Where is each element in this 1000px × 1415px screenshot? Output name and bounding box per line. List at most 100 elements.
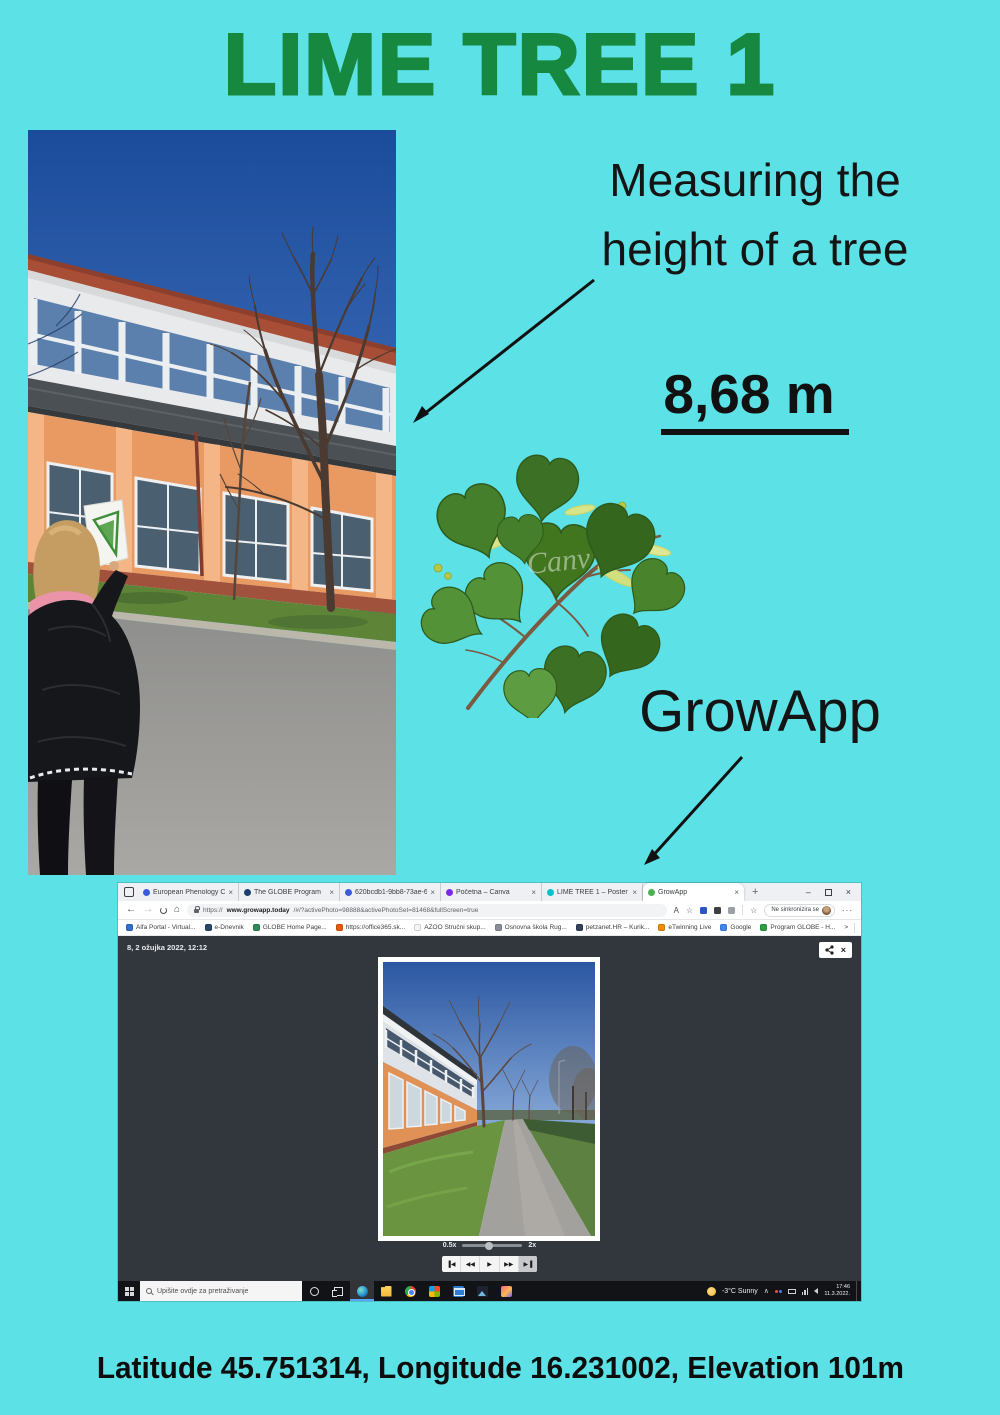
playback-speed-row: 0.5x 2x: [118, 1242, 861, 1249]
extension-icon-2[interactable]: [714, 907, 721, 914]
bookmark-azoo[interactable]: AZOO Stručni skup...: [414, 924, 485, 931]
rewind-button[interactable]: ◀◀: [461, 1256, 480, 1272]
tab-close-icon[interactable]: ×: [734, 888, 739, 897]
tab-canva-home[interactable]: Početna – Canva ×: [441, 883, 542, 901]
extension-icon-3[interactable]: [728, 907, 735, 914]
viewer-close-icon[interactable]: ×: [841, 945, 846, 955]
weather-text[interactable]: -3°C Sunny: [722, 1288, 758, 1295]
bookmark-alfa-portal[interactable]: Alfa Portal - Virtual...: [126, 924, 196, 931]
network-icon[interactable]: [802, 1288, 809, 1295]
bookmark-globe-home[interactable]: GLOBE Home Page...: [253, 924, 327, 931]
tab-close-icon[interactable]: ×: [430, 888, 435, 897]
bookmark-program-globe[interactable]: Program GLOBE - H...: [760, 924, 835, 931]
tab-close-icon[interactable]: ×: [228, 888, 233, 897]
minimize-icon[interactable]: –: [806, 887, 811, 897]
avatar: [822, 906, 831, 915]
bookmark-osnovna-skola[interactable]: Osnovna škola Rug...: [495, 924, 567, 931]
slider-knob[interactable]: [485, 1242, 493, 1250]
window-controls: – ×: [806, 887, 859, 897]
bookmarks-divider: [854, 923, 855, 933]
speed-min-label: 0.5x: [443, 1242, 457, 1249]
start-button[interactable]: [118, 1281, 140, 1301]
refresh-icon[interactable]: [160, 907, 167, 914]
viewer-actions: ×: [819, 942, 852, 958]
tab-strip: European Phenology Camp × The GLOBE Prog…: [118, 883, 861, 901]
battery-icon[interactable]: [788, 1289, 796, 1294]
bookmark-label: Program GLOBE - H...: [770, 924, 835, 931]
bookmark-favicon: [126, 924, 133, 931]
tab-close-icon[interactable]: ×: [632, 888, 637, 897]
taskbar-explorer[interactable]: [374, 1281, 398, 1301]
bookmark-google[interactable]: Google: [720, 924, 751, 931]
bookmark-favicon: [253, 924, 260, 931]
tab-lime-tree-poster[interactable]: LIME TREE 1 – Poster ×: [542, 883, 643, 901]
taskbar-edge[interactable]: [350, 1281, 374, 1301]
mail-icon: [453, 1286, 464, 1297]
lock-icon: [194, 909, 199, 913]
tab-actions-icon[interactable]: [124, 887, 134, 897]
tab-close-icon[interactable]: ×: [531, 888, 536, 897]
collections-icon[interactable]: ☆: [750, 906, 757, 915]
browser-menu-icon[interactable]: ···: [842, 906, 853, 915]
tab-globe-program[interactable]: The GLOBE Program ×: [239, 883, 340, 901]
home-icon[interactable]: ⌂: [174, 905, 180, 915]
tray-expand-icon[interactable]: ∧: [764, 1287, 769, 1295]
bookmark-petzanet[interactable]: petzanet.HR – Kurik...: [576, 924, 650, 931]
bookmark-e-dnevnik[interactable]: e-Dnevnik: [205, 924, 244, 931]
taskbar-chrome[interactable]: [398, 1281, 422, 1301]
bookmark-label: eTwinning Live: [668, 924, 711, 931]
windows-taskbar: Upišite ovdje za pretraživanje -3°C Sunn…: [118, 1281, 861, 1301]
photos-icon: [477, 1286, 488, 1297]
browser-window: European Phenology Camp × The GLOBE Prog…: [118, 883, 861, 1301]
task-view-button[interactable]: [326, 1281, 350, 1301]
growapp-page-content: 8, 2 ožujka 2022, 12:12 ×: [118, 936, 861, 1281]
bookmark-etwinning[interactable]: eTwinning Live: [658, 924, 711, 931]
read-aloud-icon[interactable]: A: [674, 906, 679, 915]
cortana-button[interactable]: [302, 1281, 326, 1301]
taskbar-store[interactable]: [422, 1281, 446, 1301]
taskbar-clock[interactable]: 17:46 11.3.2022.: [824, 1284, 850, 1298]
taskbar-mail[interactable]: [446, 1281, 470, 1301]
taskbar-search[interactable]: Upišite ovdje za pretraživanje: [140, 1281, 302, 1301]
taskbar-media-app[interactable]: [494, 1281, 518, 1301]
taskbar-photos[interactable]: [470, 1281, 494, 1301]
bookmark-favicon: [576, 924, 583, 931]
tab-label: LIME TREE 1 – Poster: [557, 889, 629, 896]
tab-european-phenology[interactable]: European Phenology Camp ×: [138, 883, 239, 901]
chrome-icon: [405, 1286, 416, 1297]
bookmark-favicon: [205, 924, 212, 931]
new-tab-button[interactable]: +: [752, 886, 758, 898]
address-bar[interactable]: https://www.growapp.today/#/?activePhoto…: [187, 904, 667, 917]
tab-growapp[interactable]: GrowApp ×: [643, 883, 744, 901]
bookmarks-bar: Alfa Portal - Virtual... e-Dnevnik GLOBE…: [118, 920, 861, 936]
tab-document[interactable]: 620bcdb1-9bb8-73ae-643... ×: [340, 883, 441, 901]
search-placeholder: Upišite ovdje za pretraživanje: [157, 1288, 248, 1295]
bookmark-office365[interactable]: https://office365.sk...: [336, 924, 406, 931]
share-icon[interactable]: [825, 945, 834, 955]
play-button[interactable]: ▶: [480, 1256, 499, 1272]
speed-slider[interactable]: [462, 1244, 522, 1247]
tab-label: GrowApp: [658, 889, 731, 896]
close-icon[interactable]: ×: [846, 887, 851, 897]
show-desktop-button[interactable]: [856, 1281, 859, 1301]
back-icon[interactable]: ←: [126, 905, 136, 915]
skip-start-button[interactable]: ▐◀: [442, 1256, 461, 1272]
favorite-star-icon[interactable]: ☆: [686, 906, 693, 915]
file-explorer-icon: [381, 1286, 392, 1297]
tab-label: Početna – Canva: [456, 889, 528, 896]
bookmark-favicon: [760, 924, 767, 931]
fast-forward-button[interactable]: ▶▶: [500, 1256, 519, 1272]
tray-app-icon[interactable]: [775, 1290, 782, 1293]
tree-height-value: 8,68 m: [545, 362, 965, 426]
extension-icon-1[interactable]: [700, 907, 707, 914]
profile-sync-button[interactable]: Ne sinkronizira se: [764, 904, 835, 917]
arrow-to-browser: [632, 745, 757, 875]
tab-close-icon[interactable]: ×: [329, 888, 334, 897]
volume-icon[interactable]: [814, 1288, 818, 1294]
forward-icon[interactable]: →: [143, 905, 153, 915]
tree-measuring-photo: [28, 130, 396, 875]
maximize-icon[interactable]: [825, 889, 832, 896]
skip-end-button[interactable]: ▶▐: [519, 1256, 537, 1272]
bookmark-label: Google: [730, 924, 751, 931]
bookmarks-overflow-icon[interactable]: >: [844, 924, 848, 931]
